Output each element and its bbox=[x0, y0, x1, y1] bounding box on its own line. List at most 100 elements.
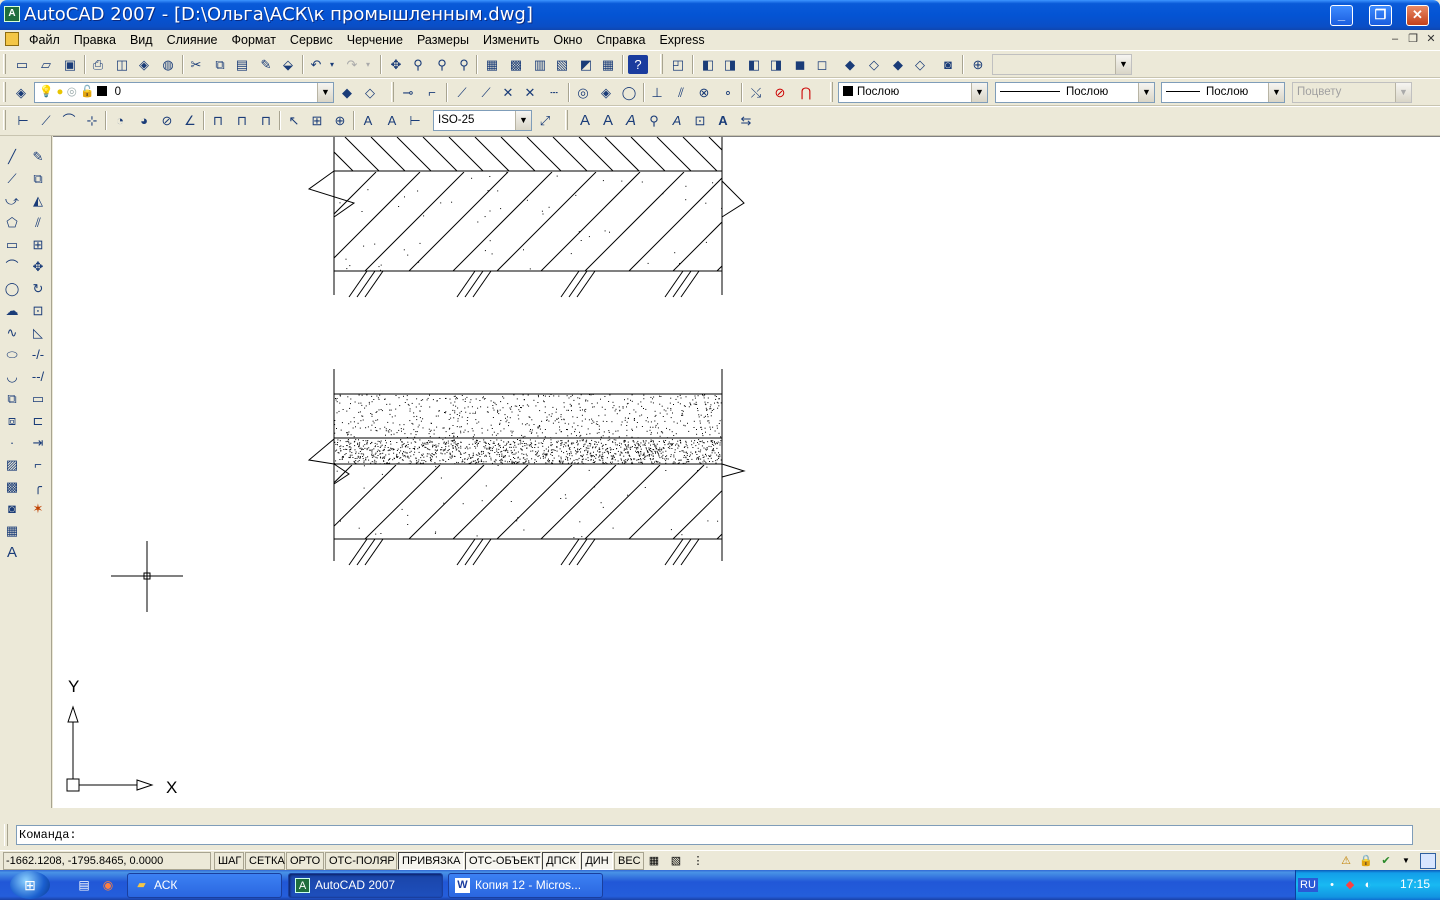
dim-edit-icon[interactable]: A bbox=[358, 111, 378, 130]
center-mark-icon[interactable]: ⊕ bbox=[330, 111, 350, 130]
toolbar-grip[interactable] bbox=[3, 110, 6, 130]
erase-icon[interactable]: ✎ bbox=[27, 146, 49, 167]
hatch-icon[interactable]: ▨ bbox=[1, 454, 23, 475]
osnap-parallel-icon[interactable]: ⫽ bbox=[671, 83, 691, 102]
explode-icon[interactable]: ✶ bbox=[27, 498, 49, 519]
publish-icon[interactable]: ◈ bbox=[134, 55, 154, 74]
insert-block-icon[interactable]: ⧉ bbox=[1, 388, 23, 409]
doc-close-icon[interactable]: ✕ bbox=[1423, 32, 1439, 46]
new-icon[interactable]: ▭ bbox=[12, 55, 32, 74]
autocad-app-icon[interactable]: A bbox=[4, 6, 20, 22]
toolbar-grip[interactable] bbox=[3, 82, 6, 102]
save-icon[interactable]: ▣ bbox=[60, 55, 80, 74]
plotstyle-combo[interactable]: Поцвету ▼ bbox=[1292, 82, 1412, 103]
polar-toggle[interactable]: ОТС-ПОЛЯР bbox=[325, 852, 397, 870]
view-combo[interactable]: ▼ bbox=[992, 54, 1132, 75]
menu-file[interactable]: Файл bbox=[22, 32, 67, 48]
grid-toggle[interactable]: СЕТКА bbox=[245, 852, 285, 870]
markup-icon[interactable]: ◩ bbox=[576, 55, 596, 74]
layer-combo[interactable]: 💡 ● ◎ 🔓 0 ▼ bbox=[34, 82, 334, 103]
menu-express[interactable]: Express bbox=[652, 32, 711, 48]
color-combo[interactable]: Послою ▼ bbox=[838, 82, 988, 103]
start-button[interactable]: ⊞ bbox=[10, 871, 50, 899]
chevron-down-icon[interactable]: ▼ bbox=[1115, 55, 1131, 74]
ne-iso-icon[interactable]: ◆ bbox=[888, 55, 908, 74]
convert-space-icon[interactable]: ⇆ bbox=[736, 111, 756, 130]
quick-leader-icon[interactable]: ↖ bbox=[284, 111, 304, 130]
open-icon[interactable]: ▱ bbox=[36, 55, 56, 74]
osnap-none-icon[interactable]: ⊘ bbox=[770, 83, 790, 102]
osnap-intersection-icon[interactable]: ✕ bbox=[498, 83, 518, 102]
match-properties-icon[interactable]: ✎ bbox=[256, 55, 276, 74]
maximize-button[interactable]: ❐ bbox=[1369, 5, 1392, 26]
polyline-icon[interactable]: ⤻ bbox=[1, 190, 23, 211]
snap-toggle[interactable]: ШАГ bbox=[214, 852, 244, 870]
osnap-mid-icon[interactable]: ⟋ bbox=[476, 83, 496, 102]
osnap-tangent-icon[interactable]: ◯ bbox=[619, 83, 639, 102]
copy-icon[interactable]: ⧉ bbox=[210, 55, 230, 74]
right-view-icon[interactable]: ◨ bbox=[766, 55, 786, 74]
chevron-down-icon[interactable]: ▼ bbox=[317, 83, 333, 102]
left-view-icon[interactable]: ◧ bbox=[744, 55, 764, 74]
break-icon[interactable]: ⊏ bbox=[27, 410, 49, 431]
menu-view[interactable]: Вид bbox=[123, 32, 160, 48]
multiline-text-icon[interactable]: A bbox=[575, 111, 595, 130]
model-space-icon[interactable]: ▦ bbox=[646, 853, 662, 869]
rotate-icon[interactable]: ↻ bbox=[27, 278, 49, 299]
dim-style-icon[interactable]: ⤢ bbox=[535, 111, 555, 130]
tray-volume-icon[interactable]: ◐ bbox=[1360, 877, 1376, 893]
menu-draw[interactable]: Черчение bbox=[340, 32, 410, 48]
circle-icon[interactable]: ◯ bbox=[1, 278, 23, 299]
dim-ordinate-icon[interactable]: ⊹ bbox=[82, 111, 102, 130]
edit-text-icon[interactable]: A bbox=[621, 111, 641, 130]
quick-launch-browser-icon[interactable]: ◉ bbox=[100, 877, 116, 893]
dim-arc-icon[interactable]: ⌒ bbox=[59, 111, 79, 130]
plot-icon[interactable]: ⎙ bbox=[88, 55, 108, 74]
chevron-down-icon[interactable]: ▼ bbox=[971, 83, 987, 102]
lock-toolbars-icon[interactable]: 🔒 bbox=[1358, 853, 1374, 869]
task-word-doc[interactable]: W Копия 12 - Micros... bbox=[448, 873, 603, 898]
dim-linear-icon[interactable]: ⊢ bbox=[13, 111, 33, 130]
task-autocad[interactable]: A AutoCAD 2007 bbox=[288, 873, 443, 898]
zoom-window-icon[interactable]: ⚲ bbox=[432, 55, 452, 74]
ducs-toggle[interactable]: ДПСК bbox=[542, 852, 580, 870]
scale-text-icon[interactable]: ⊡ bbox=[690, 111, 710, 130]
polygon-icon[interactable]: ⬠ bbox=[1, 212, 23, 233]
menu-tools[interactable]: Сервис bbox=[283, 32, 340, 48]
layer-manager-icon[interactable]: ◈ bbox=[11, 83, 31, 102]
gradient-icon[interactable]: ▩ bbox=[1, 476, 23, 497]
dim-diameter-icon[interactable]: ⊘ bbox=[157, 111, 177, 130]
comm-center-icon[interactable]: ⚠ bbox=[1338, 853, 1354, 869]
task-ask-folder[interactable]: ▰ АСК bbox=[127, 873, 282, 898]
osnap-extension-icon[interactable]: ┄ bbox=[544, 83, 564, 102]
clean-screen-icon[interactable] bbox=[1420, 853, 1436, 869]
mtext-icon[interactable]: A bbox=[1, 542, 23, 563]
tool-palettes-icon[interactable]: ▥ bbox=[530, 55, 550, 74]
toolbar-grip[interactable] bbox=[3, 54, 6, 74]
close-button[interactable]: ✕ bbox=[1406, 5, 1429, 26]
dim-baseline-icon[interactable]: ⊓ bbox=[232, 111, 252, 130]
osnap-center-icon[interactable]: ◎ bbox=[573, 83, 593, 102]
extend-icon[interactable]: --/ bbox=[27, 366, 49, 387]
menu-help[interactable]: Справка bbox=[589, 32, 652, 48]
lwt-toggle[interactable]: ВЕС bbox=[614, 852, 644, 870]
status-menu-icon[interactable]: ⋮ bbox=[690, 853, 706, 869]
osnap-perpendicular-icon[interactable]: ⊥ bbox=[647, 83, 667, 102]
chevron-down-icon[interactable]: ▼ bbox=[515, 111, 531, 130]
make-block-icon[interactable]: ⧈ bbox=[1, 410, 23, 431]
dim-jogged-icon[interactable]: ◕ bbox=[134, 111, 154, 130]
fillet-icon[interactable]: ╭ bbox=[27, 476, 49, 497]
osnap-endpoint-icon[interactable]: ⊸ bbox=[398, 83, 418, 102]
ellipse-arc-icon[interactable]: ◡ bbox=[1, 366, 23, 387]
sw-iso-icon[interactable]: ◆ bbox=[840, 55, 860, 74]
chevron-down-icon[interactable]: ▼ bbox=[1138, 83, 1154, 102]
chamfer-icon[interactable]: ⌐ bbox=[27, 454, 49, 475]
trim-icon[interactable]: -/- bbox=[27, 344, 49, 365]
command-input[interactable]: Команда: bbox=[16, 825, 1413, 845]
coordinates-readout[interactable]: -1662.1208, -1795.8465, 0.0000 bbox=[3, 852, 211, 870]
revision-cloud-icon[interactable]: ☁ bbox=[1, 300, 23, 321]
layer-previous-icon[interactable]: ◇ bbox=[360, 83, 380, 102]
named-views-icon[interactable]: ◰ bbox=[668, 55, 688, 74]
justify-text-icon[interactable]: A bbox=[713, 111, 733, 130]
zoom-previous-icon[interactable]: ⚲ bbox=[454, 55, 474, 74]
